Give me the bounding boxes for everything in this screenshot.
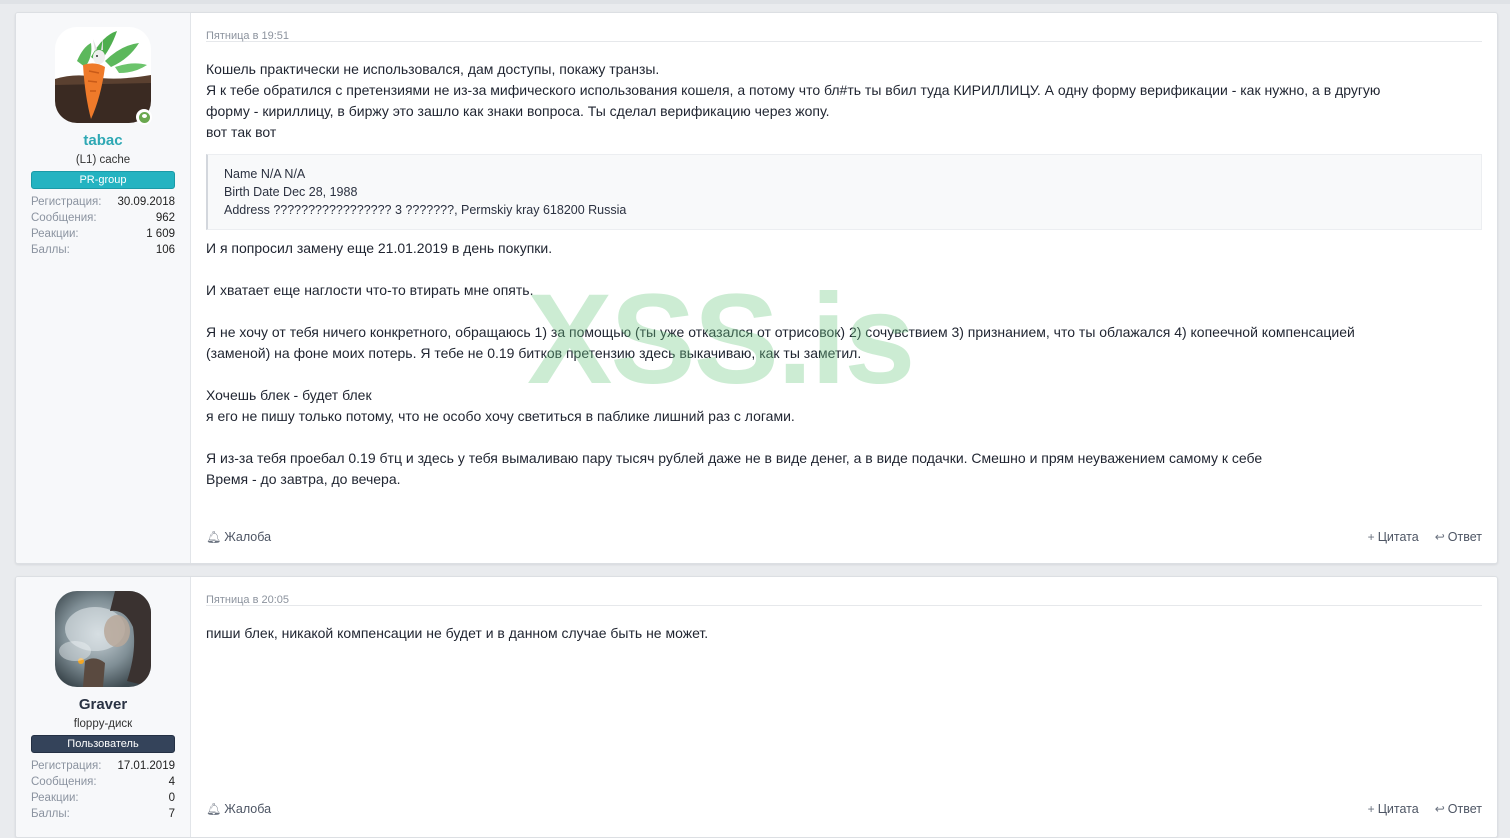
post-line: вот так вот — [206, 124, 277, 140]
reply-label: Ответ — [1447, 530, 1482, 544]
stat-label: Сообщения: — [31, 212, 97, 224]
report-label: Жалоба — [224, 802, 272, 816]
user-title: (L1) cache — [75, 154, 131, 166]
avatar[interactable] — [55, 27, 151, 123]
report-button[interactable]: 🔔︎ Жалоба — [206, 530, 271, 544]
post-body: пиши блек, никакой компенсации не будет … — [206, 623, 1482, 644]
username[interactable]: tabac — [31, 132, 175, 150]
quote-button[interactable]: + Цитата — [1368, 530, 1419, 544]
post-date-link[interactable]: Пятница в 20:05 — [206, 577, 1482, 606]
quote-label: Цитата — [1377, 530, 1419, 544]
plus-icon: + — [1367, 802, 1375, 816]
post-user-panel: Graver floppy-диск Пользователь Регистра… — [16, 577, 191, 837]
report-button[interactable]: 🔔︎ Жалоба — [206, 802, 271, 816]
user-banner: Пользователь — [31, 735, 175, 753]
stat-value: 4 — [168, 776, 175, 788]
blockquote: Name N/A N/A Birth Date Dec 28, 1988 Add… — [206, 154, 1482, 230]
post-line: Я не хочу от тебя ничего конкретного, об… — [206, 324, 1355, 340]
stat-label: Баллы: — [31, 808, 70, 820]
stat-value: 7 — [168, 808, 175, 820]
post-date-link[interactable]: Пятница в 19:51 — [206, 13, 1482, 42]
post-line: форму - кириллицу, в биржу это зашло как… — [206, 103, 830, 119]
stat-label: Регистрация: — [31, 196, 102, 208]
reply-button[interactable]: ↩ Ответ — [1435, 802, 1482, 816]
post-line: И я попросил замену еще 21.01.2019 в ден… — [206, 240, 553, 256]
quote-button[interactable]: + Цитата — [1368, 802, 1419, 816]
post-line: Хочешь блек - будет блек — [206, 387, 372, 403]
stat-points: Баллы: 7 — [31, 806, 175, 822]
stat-label: Реакции: — [31, 792, 79, 804]
stat-value: 0 — [168, 792, 175, 804]
user-title: floppy-диск — [73, 718, 133, 730]
username[interactable]: Graver — [31, 696, 175, 714]
post-line: Кошель практически не использовался, дам… — [206, 61, 660, 77]
stat-reactions: Реакции: 0 — [31, 790, 175, 806]
stat-reactions: Реакции: 1 609 — [31, 226, 175, 242]
post-line: Я из-за тебя проебал 0.19 бтц и здесь у … — [206, 450, 1263, 466]
post-body: Кошель практически не использовался, дам… — [206, 59, 1482, 490]
post-line: я его не пишу только потому, что не особ… — [206, 408, 795, 424]
quote-line: Address ????????????????? 3 ???????, Per… — [224, 203, 627, 217]
reply-icon: ↩ — [1434, 530, 1445, 544]
quote-line: Name N/A N/A — [224, 167, 306, 181]
user-stats: Регистрация: 17.01.2019 Сообщения: 4 Реа… — [31, 758, 175, 822]
quote-line: Birth Date Dec 28, 1988 — [224, 185, 358, 199]
post-line: пиши блек, никакой компенсации не будет … — [206, 625, 709, 641]
online-status-icon — [136, 109, 152, 125]
quote-label: Цитата — [1377, 802, 1419, 816]
post-actions-right: + Цитата ↩ Ответ — [1368, 802, 1482, 816]
stat-value: 17.01.2019 — [117, 760, 175, 772]
post-line: И хватает еще наглости что-то втирать мн… — [206, 282, 534, 298]
stat-messages: Сообщения: 962 — [31, 210, 175, 226]
post-main: Пятница в 20:05 пиши блек, никакой компе… — [191, 577, 1497, 837]
reply-label: Ответ — [1447, 802, 1482, 816]
user-stats: Регистрация: 30.09.2018 Сообщения: 962 Р… — [31, 194, 175, 258]
forum-post: tabac (L1) cache PR-group Регистрация: 3… — [15, 12, 1498, 564]
avatar-container — [55, 27, 152, 125]
post-divider — [206, 605, 1482, 606]
stat-value: 30.09.2018 — [117, 196, 175, 208]
avatar[interactable] — [55, 591, 151, 687]
post-main: Пятница в 19:51 Кошель практически не ис… — [191, 13, 1497, 563]
bell-icon: 🔔︎ — [206, 530, 222, 544]
stat-registration: Регистрация: 17.01.2019 — [31, 758, 175, 774]
stat-registration: Регистрация: 30.09.2018 — [31, 194, 175, 210]
stat-label: Сообщения: — [31, 776, 97, 788]
stat-points: Баллы: 106 — [31, 242, 175, 258]
plus-icon: + — [1367, 530, 1375, 544]
page-top-border — [0, 0, 1510, 4]
forum-post: Graver floppy-диск Пользователь Регистра… — [15, 576, 1498, 838]
stat-label: Баллы: — [31, 244, 70, 256]
stat-messages: Сообщения: 4 — [31, 774, 175, 790]
stat-value: 962 — [155, 212, 175, 224]
reply-button[interactable]: ↩ Ответ — [1435, 530, 1482, 544]
post-divider — [206, 41, 1482, 42]
user-banner: PR-group — [31, 171, 175, 189]
stat-label: Реакции: — [31, 228, 79, 240]
reply-icon: ↩ — [1434, 802, 1445, 816]
post-actions: 🔔︎ Жалоба + Цитата ↩ Ответ — [206, 802, 1482, 816]
post-user-panel: tabac (L1) cache PR-group Регистрация: 3… — [16, 13, 191, 563]
post-line: (заменой) на фоне моих потерь. Я тебе не… — [206, 345, 862, 361]
stat-label: Регистрация: — [31, 760, 102, 772]
avatar-container — [55, 591, 151, 687]
stat-value: 1 609 — [146, 228, 175, 240]
bell-icon: 🔔︎ — [206, 802, 222, 816]
stat-value: 106 — [155, 244, 175, 256]
post-actions-right: + Цитата ↩ Ответ — [1368, 530, 1482, 544]
report-label: Жалоба — [224, 530, 272, 544]
post-actions: 🔔︎ Жалоба + Цитата ↩ Ответ — [206, 530, 1482, 544]
post-line: Время - до завтра, до вечера. — [206, 471, 401, 487]
post-line: Я к тебе обратился с претензиями не из-з… — [206, 82, 1381, 98]
